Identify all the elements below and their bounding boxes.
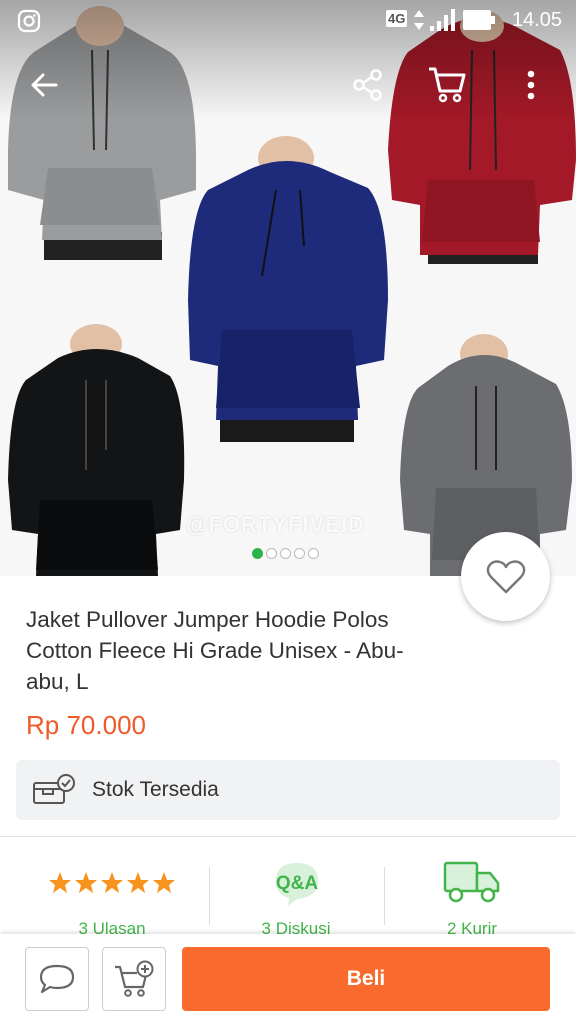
share-icon (353, 69, 382, 101)
gallery-dot[interactable] (308, 548, 319, 559)
more-options-button[interactable] (509, 63, 553, 107)
share-button[interactable] (346, 63, 390, 107)
back-button[interactable] (22, 63, 66, 107)
product-photo (8, 6, 576, 576)
arrow-left-icon (31, 73, 58, 97)
signal-icon (430, 9, 455, 31)
battery-icon (463, 10, 495, 30)
wishlist-button[interactable] (461, 532, 550, 621)
hoodie-black-image (8, 324, 185, 576)
gallery-dot[interactable] (294, 548, 305, 559)
star-icon (101, 872, 123, 893)
star-icon (49, 872, 71, 893)
star-icon (153, 872, 175, 893)
instagram-icon (17, 9, 41, 33)
reviews-stat[interactable]: 3 Ulasan (16, 837, 208, 938)
couriers-stat[interactable]: 2 Kurir (376, 837, 568, 938)
chat-button[interactable] (25, 947, 89, 1011)
stock-box-icon (33, 774, 75, 804)
qa-icon: Q&A (276, 863, 319, 906)
hoodie-navy-image (188, 136, 388, 442)
cart-button[interactable] (424, 62, 468, 106)
status-time: 14.05 (511, 9, 562, 31)
truck-icon (443, 861, 500, 903)
discussions-stat[interactable]: Q&A 3 Diskusi (200, 837, 392, 938)
gallery-dot[interactable] (252, 548, 263, 559)
data-transfer-icon (414, 10, 424, 30)
status-bar: 4G 14.05 (0, 0, 576, 40)
rating-stars (49, 872, 175, 893)
gallery-dot[interactable] (280, 548, 291, 559)
network-type-badge: 4G (386, 10, 408, 27)
hoodie-grey-image (8, 6, 196, 260)
heart-icon (486, 559, 525, 593)
star-icon (75, 872, 97, 893)
chat-bubble-icon (39, 964, 75, 994)
product-title: Jaket Pullover Jumper Hoodie Polos Cotto… (26, 607, 404, 694)
gallery-dot[interactable] (266, 548, 277, 559)
buy-button[interactable]: Beli (182, 947, 550, 1011)
cart-icon (429, 67, 466, 103)
product-stats: 3 Ulasan Q&A 3 Diskusi 2 Kurir (0, 837, 576, 938)
more-vertical-icon (527, 70, 535, 100)
stock-label: Stok Tersedia (92, 778, 219, 801)
gallery-pagination (252, 548, 319, 559)
product-image-gallery[interactable]: @FORTYFIVEID (0, 0, 576, 576)
cart-add-icon (115, 960, 154, 997)
image-watermark: @FORTYFIVEID (186, 512, 365, 537)
stock-status: Stok Tersedia (16, 760, 560, 820)
bottom-action-bar: Beli (0, 934, 576, 1024)
add-to-cart-button[interactable] (102, 947, 166, 1011)
product-price: Rp 70.000 (26, 710, 146, 740)
hoodie-red-image (388, 10, 576, 264)
qa-badge-text: Q&A (276, 873, 319, 894)
star-icon (127, 872, 149, 893)
